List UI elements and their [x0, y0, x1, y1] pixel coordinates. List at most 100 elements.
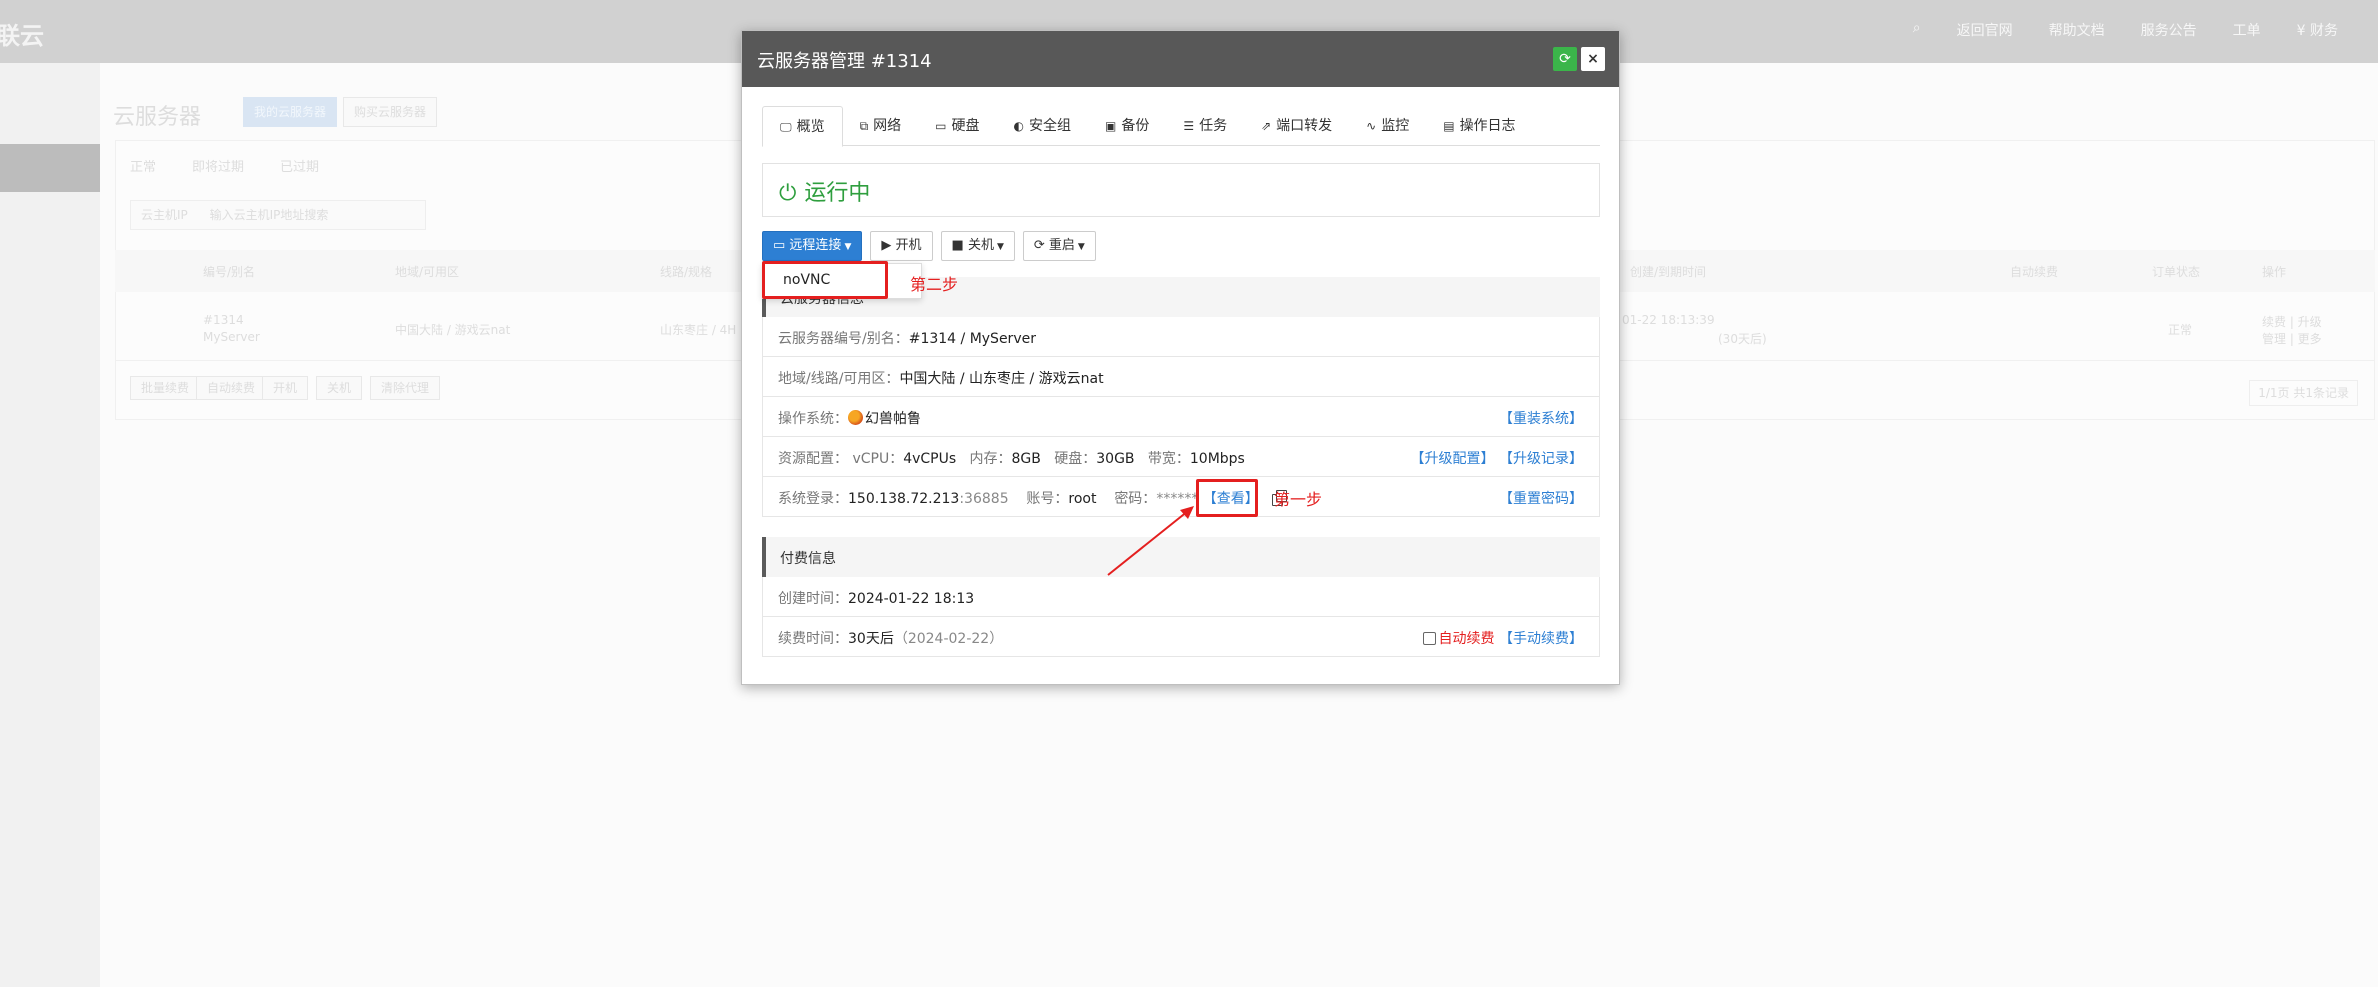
tab-label: 概览: [796, 119, 825, 135]
row-region: 中国大陆 / 游戏云nat: [395, 323, 511, 337]
tab-normal[interactable]: 正常: [130, 156, 156, 175]
refresh-button[interactable]: ⟳: [1553, 47, 1577, 71]
row-line: 山东枣庄 / 4H: [660, 323, 737, 337]
topnav-finance[interactable]: ¥ 财务: [2297, 20, 2338, 40]
created-label: 创建时间：: [778, 591, 848, 607]
close-button[interactable]: ×: [1581, 47, 1605, 71]
bulk-renew-button[interactable]: 批量续费: [130, 376, 201, 400]
shutdown-button[interactable]: ■ 关机 ▼: [940, 231, 1015, 261]
th-region: 地域/可用区: [395, 265, 460, 279]
account-value: root: [1068, 491, 1097, 507]
tab-label: 操作日志: [1459, 118, 1516, 134]
caret-down-icon: ▼: [996, 242, 1004, 252]
network-icon: ⧉: [859, 119, 869, 133]
status-running: ⏻ 运行中: [779, 175, 870, 207]
auto-renew-button[interactable]: 自动续费: [196, 376, 267, 400]
tab-task[interactable]: ☰ 任务: [1166, 106, 1244, 146]
login-label: 系统登录：: [778, 491, 848, 507]
restart-label: 重启: [1048, 238, 1075, 253]
renew-date: （2024-02-22）: [893, 631, 1004, 647]
info-row-resources: 资源配置： vCPU：4vCPUs 内存：8GB 硬盘：30GB 带宽：10Mb…: [762, 437, 1600, 477]
backup-icon: ▣: [1104, 119, 1117, 133]
my-servers-button[interactable]: 我的云服务器: [243, 97, 338, 127]
created-value: 2024-01-22 18:13: [848, 591, 975, 607]
account-label: 账号：: [1026, 491, 1069, 507]
search-bar[interactable]: 云主机IP 输入云主机IP地址搜索: [130, 200, 426, 230]
topnav-docs[interactable]: 帮助文档: [2049, 20, 2105, 40]
row-ops-1[interactable]: 续费 | 升级: [2262, 313, 2322, 330]
row-status: 正常: [2168, 323, 2193, 337]
caret-down-icon: ▼: [1077, 242, 1085, 252]
remote-label: 远程连接: [789, 238, 842, 253]
bulk-stop-button[interactable]: 关机: [316, 376, 363, 400]
id-label: 云服务器编号/别名：: [778, 331, 909, 347]
brand-logo: 联云: [0, 22, 44, 50]
reinstall-link[interactable]: 【重装系统】: [1499, 411, 1583, 427]
tab-overview[interactable]: 🖵 概览: [762, 106, 843, 147]
status-box: ⏻ 运行中: [762, 163, 1600, 217]
topnav-notice[interactable]: 服务公告: [2141, 20, 2197, 40]
mem-label: 内存：: [969, 451, 1012, 467]
search-icon[interactable]: ⌕: [1913, 20, 1921, 40]
tab-operation-log[interactable]: ▤ 操作日志: [1426, 106, 1532, 146]
tab-network[interactable]: ⧉ 网络: [843, 106, 919, 146]
vcpu-label: vCPU：: [852, 451, 904, 467]
row-ops-2[interactable]: 管理 | 更多: [2262, 330, 2322, 347]
id-value: #1314 / MyServer: [908, 331, 1036, 347]
manual-renew-link[interactable]: 【手动续费】: [1499, 631, 1583, 647]
modal-header: 云服务器管理 #1314 ⟳ ×: [742, 31, 1619, 87]
sidebar: [0, 63, 100, 987]
tab-monitor[interactable]: ∿ 监控: [1349, 106, 1426, 146]
refresh-icon: ⟳: [1033, 238, 1049, 253]
tab-label: 备份: [1121, 118, 1150, 134]
tab-security-group[interactable]: ◐ 安全组: [997, 106, 1088, 146]
search-select[interactable]: 云主机IP: [141, 208, 188, 222]
info-row-created: 创建时间：2024-01-22 18:13: [762, 577, 1600, 617]
billing-title: 付费信息: [780, 551, 836, 567]
disk-icon: ▭: [935, 119, 947, 133]
region-label: 地域/线路/可用区：: [778, 371, 900, 387]
row-alias[interactable]: MyServer: [203, 330, 260, 344]
th-autorenew: 自动续费: [2010, 265, 2059, 279]
search-input[interactable]: 输入云主机IP地址搜索: [210, 208, 329, 222]
monitor-icon: ▭: [773, 238, 790, 253]
power-icon: ⏻: [779, 181, 797, 206]
status-label: 运行中: [804, 181, 871, 206]
auto-renew-label[interactable]: 自动续费: [1439, 631, 1495, 647]
restart-button[interactable]: ⟳ 重启 ▼: [1022, 231, 1096, 261]
tab-port-forward[interactable]: ⇗ 端口转发: [1244, 106, 1349, 146]
os-value: 幻兽帕鲁: [865, 411, 921, 427]
region-value: 中国大陆 / 山东枣庄 / 游戏云nat: [899, 371, 1104, 387]
info-row-renew: 续费时间：30天后（2024-02-22） 自动续费 【手动续费】: [762, 617, 1600, 657]
row-id[interactable]: #1314: [203, 313, 244, 327]
topnav-home[interactable]: 返回官网: [1957, 20, 2013, 40]
auto-renew-checkbox[interactable]: [1422, 632, 1436, 645]
tab-disk[interactable]: ▭ 硬盘: [918, 106, 996, 146]
page-title: 云服务器: [113, 105, 202, 130]
tab-backup[interactable]: ▣ 备份: [1088, 106, 1166, 146]
reset-password-link[interactable]: 【重置密码】: [1499, 491, 1583, 507]
th-id: 编号/别名: [203, 265, 256, 279]
clear-proxy-button[interactable]: 清除代理: [370, 376, 441, 400]
log-icon: ▤: [1443, 119, 1455, 133]
sidebar-item-active[interactable]: [0, 144, 100, 192]
upgrade-log-link[interactable]: 【升级记录】: [1499, 451, 1583, 467]
upgrade-link[interactable]: 【升级配置】: [1411, 451, 1495, 467]
annotation-box-step2: [762, 261, 888, 299]
remote-connect-button[interactable]: ▭ 远程连接 ▼: [762, 231, 863, 261]
monitor-chart-icon: ∿: [1366, 119, 1377, 133]
buy-server-button[interactable]: 购买云服务器: [343, 97, 438, 127]
annotation-step1: 第一步: [1274, 490, 1323, 509]
tab-label: 安全组: [1028, 118, 1071, 134]
topnav-ticket[interactable]: 工单: [2233, 20, 2261, 40]
start-button[interactable]: ▶ 开机: [870, 231, 933, 261]
tab-expiring[interactable]: 即将过期: [192, 156, 244, 175]
tab-label: 任务: [1199, 118, 1228, 134]
tab-expired[interactable]: 已过期: [280, 156, 319, 175]
close-icon: ×: [1587, 51, 1599, 67]
bulk-start-button[interactable]: 开机: [262, 376, 309, 400]
stop-icon: ■: [951, 238, 968, 253]
top-nav: ⌕ 返回官网 帮助文档 服务公告 工单 ¥ 财务: [1913, 20, 2338, 40]
shield-icon: ◐: [1013, 119, 1024, 133]
task-icon: ☰: [1183, 119, 1195, 133]
